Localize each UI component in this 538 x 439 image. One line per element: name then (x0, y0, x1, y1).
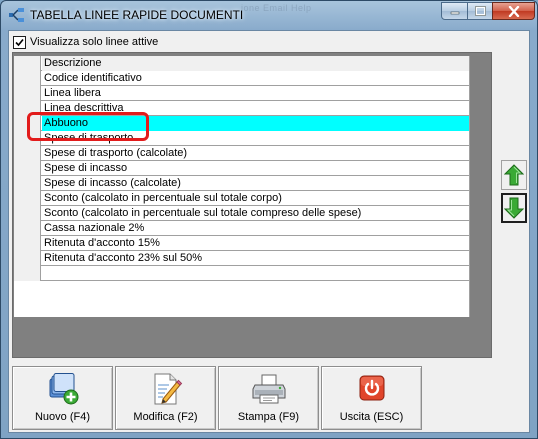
row-indicator[interactable] (14, 221, 41, 236)
table-row[interactable]: Sconto (calcolato in percentuale sul tot… (14, 191, 470, 206)
exit-button-label: Uscita (ESC) (339, 411, 404, 423)
active-lines-option[interactable]: Visualizza solo linee attive (13, 34, 158, 50)
table-row[interactable]: Cassa nazionale 2% (14, 221, 470, 236)
minimize-button[interactable] (441, 2, 468, 20)
background-menu-ghost: ione Email Help (241, 3, 312, 13)
new-button[interactable]: Nuovo (F4) (12, 366, 113, 430)
row-indicator[interactable] (14, 176, 41, 191)
row-description: Spese di trasporto (calcolate) (44, 147, 188, 159)
row-description: Spese di incasso (calcolate) (44, 177, 181, 189)
edit-button-label: Modifica (F2) (133, 411, 198, 423)
grid-header-row: Descrizione (14, 56, 470, 71)
row-description: Cassa nazionale 2% (44, 222, 145, 234)
new-document-icon (49, 373, 78, 405)
close-icon (508, 5, 519, 17)
move-up-button[interactable] (501, 160, 527, 190)
row-indicator[interactable] (14, 251, 41, 266)
printer-icon (252, 374, 285, 404)
table-row[interactable]: Ritenuta d'acconto 23% sul 50% (14, 251, 470, 266)
table-row[interactable]: Ritenuta d'acconto 15% (14, 236, 470, 251)
table-row[interactable]: Codice identificativo (14, 71, 470, 86)
table-row-new[interactable] (14, 266, 470, 281)
grid-right-border (469, 56, 470, 317)
row-indicator[interactable] (14, 71, 41, 86)
close-button[interactable] (492, 2, 535, 20)
checkmark-icon (15, 38, 24, 46)
row-description: Sconto (calcolato in percentuale sul tot… (44, 207, 362, 219)
active-lines-label: Visualizza solo linee attive (30, 36, 159, 48)
app-icon (9, 8, 24, 22)
row-description: Codice identificativo (44, 72, 142, 84)
row-indicator[interactable] (14, 146, 41, 161)
print-button[interactable]: Stampa (F9) (218, 366, 319, 430)
row-indicator[interactable] (14, 266, 41, 281)
new-button-label: Nuovo (F4) (34, 411, 91, 423)
table-row[interactable]: Spese di trasporto (calcolate) (14, 146, 470, 161)
app-window: TABELLA LINEE RAPIDE DOCUMENTI ione Emai… (0, 0, 538, 439)
table-row[interactable]: Spese di incasso (14, 161, 470, 176)
lines-grid[interactable]: Descrizione Codice identificativo Linea … (14, 56, 470, 317)
minimize-icon (450, 11, 459, 15)
lines-grid-panel: Descrizione Codice identificativo Linea … (12, 52, 492, 358)
maximize-button[interactable] (467, 2, 493, 20)
row-indicator-header (14, 56, 41, 71)
arrow-up-icon (504, 164, 524, 186)
action-toolbar: Nuovo (F4) Modifica (F2) Stampa (F9) Usc… (12, 366, 526, 430)
exit-button[interactable]: Uscita (ESC) (321, 366, 422, 430)
table-row[interactable]: Sconto (calcolato in percentuale sul tot… (14, 206, 470, 221)
row-indicator[interactable] (14, 191, 41, 206)
row-description: Linea libera (44, 87, 101, 99)
active-lines-checkbox[interactable] (13, 35, 26, 49)
print-button-label: Stampa (F9) (237, 411, 300, 423)
column-header-descrizione[interactable]: Descrizione (42, 56, 470, 71)
arrow-down-icon (504, 197, 524, 219)
table-row[interactable]: Spese di incasso (calcolate) (14, 176, 470, 191)
window-title: TABELLA LINEE RAPIDE DOCUMENTI (30, 8, 244, 22)
row-indicator[interactable] (14, 161, 41, 176)
row-description (42, 266, 470, 281)
power-exit-icon (359, 375, 384, 401)
edit-button[interactable]: Modifica (F2) (115, 366, 216, 430)
move-down-button[interactable] (501, 193, 527, 223)
row-description: Ritenuta d'acconto 23% sul 50% (44, 252, 203, 264)
title-bar[interactable]: TABELLA LINEE RAPIDE DOCUMENTI ione Emai… (1, 1, 537, 29)
edit-document-icon (154, 373, 182, 405)
row-indicator[interactable] (14, 206, 41, 221)
row-description: Spese di incasso (44, 162, 128, 174)
table-row[interactable]: Linea libera (14, 86, 470, 101)
row-indicator[interactable] (14, 236, 41, 251)
client-area: Visualizza solo linee attive Descrizione… (8, 30, 530, 433)
row-description: Sconto (calcolato in percentuale sul tot… (44, 192, 282, 204)
maximize-icon (474, 6, 486, 16)
row-indicator[interactable] (14, 86, 41, 101)
highlight-annotation (27, 112, 149, 141)
row-description: Ritenuta d'acconto 15% (44, 237, 160, 249)
